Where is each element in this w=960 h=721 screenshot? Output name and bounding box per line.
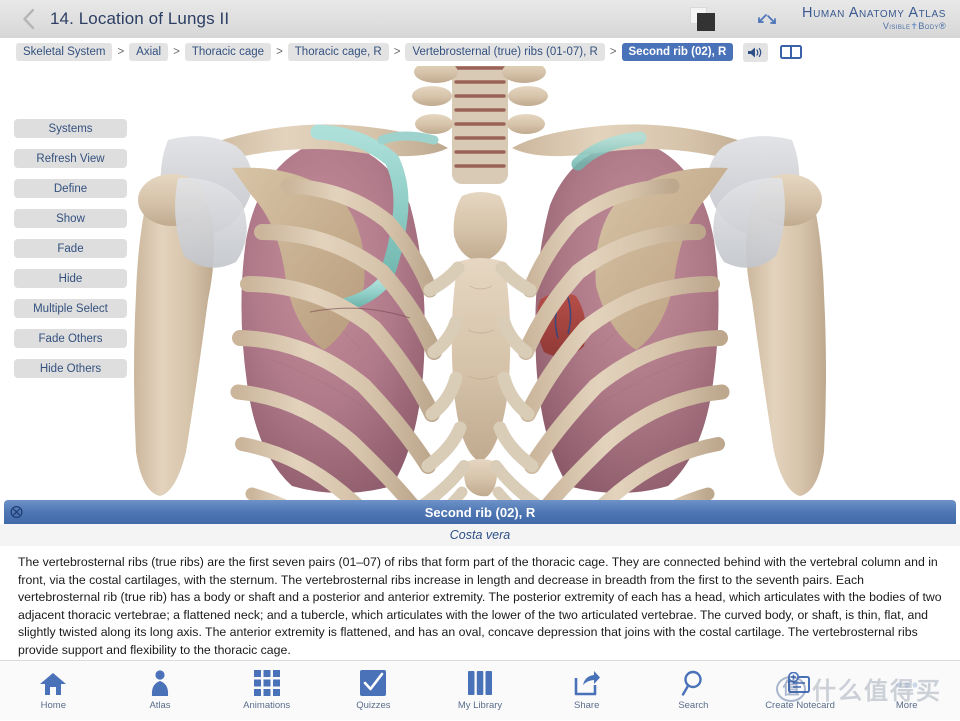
fade-others-button[interactable]: Fade Others xyxy=(14,329,127,348)
nav-item-create-notecard[interactable]: Create Notecard xyxy=(747,661,854,721)
tool-button-column: Systems Refresh View Define Show Fade Hi… xyxy=(14,119,127,389)
checkmark-icon xyxy=(360,670,387,696)
fullscreen-expand-icon[interactable] xyxy=(750,7,784,31)
grid-icon xyxy=(253,670,280,696)
info-panel-header: Second rib (02), R xyxy=(4,500,956,524)
hide-others-button[interactable]: Hide Others xyxy=(14,359,127,378)
breadcrumb-separator: > xyxy=(117,46,125,58)
anatomy-model-render[interactable] xyxy=(0,66,960,500)
multiple-select-button[interactable]: Multiple Select xyxy=(14,299,127,318)
anatomy-viewport[interactable] xyxy=(0,66,960,500)
nav-item-share[interactable]: Share xyxy=(533,661,640,721)
nav-item-animations[interactable]: Animations xyxy=(213,661,320,721)
share-icon xyxy=(573,670,601,696)
info-panel-title: Second rib (02), R xyxy=(424,504,536,520)
nav-item-home[interactable]: Home xyxy=(0,661,107,721)
brand-subtitle-right: Body xyxy=(918,21,939,32)
info-panel: Second rib (02), R Costa vera The verteb… xyxy=(0,500,960,666)
info-panel-body: The vertebrosternal ribs (true ribs) are… xyxy=(0,546,960,666)
nav-item-more[interactable]: More xyxy=(853,661,960,721)
breadcrumb-item-second-rib[interactable]: Second rib (02), R xyxy=(621,43,734,61)
brand-title: Human Anatomy Atlas xyxy=(802,5,946,22)
bottom-navigation-bar: Home Atlas Animations Quizzes My Library… xyxy=(0,660,960,720)
page-title: 14. Location of Lungs II xyxy=(50,9,230,28)
back-button[interactable] xyxy=(12,0,46,38)
breadcrumb-separator: > xyxy=(276,46,283,58)
speaker-icon[interactable] xyxy=(743,42,769,62)
top-bar: 14. Location of Lungs II Human Anatomy A… xyxy=(0,0,960,38)
nav-label-home: Home xyxy=(40,700,66,711)
define-button[interactable]: Define xyxy=(14,179,127,198)
close-icon[interactable] xyxy=(10,505,23,519)
hide-button[interactable]: Hide xyxy=(14,269,127,288)
nav-label-search: Search xyxy=(678,700,709,711)
nav-label-quizzes: Quizzes xyxy=(356,700,391,711)
info-panel-subtitle: Costa vera xyxy=(0,524,960,546)
breadcrumb-separator: > xyxy=(609,46,617,58)
square-front xyxy=(697,13,716,31)
books-icon xyxy=(467,670,493,696)
nav-item-my-library[interactable]: My Library xyxy=(427,661,534,721)
book-icon[interactable] xyxy=(780,44,803,60)
refresh-view-button[interactable]: Refresh View xyxy=(14,149,127,168)
breadcrumb-item-thoracic-cage[interactable]: Thoracic cage xyxy=(184,43,272,61)
nav-label-my-library: My Library xyxy=(457,700,503,711)
background-toggle-icon[interactable] xyxy=(690,7,720,31)
nav-item-atlas[interactable]: Atlas xyxy=(107,661,214,721)
brand-subtitle: Visible✝Body® xyxy=(802,22,946,31)
home-icon xyxy=(39,670,67,696)
trademark-mark: ® xyxy=(938,21,946,32)
show-button[interactable]: Show xyxy=(14,209,127,228)
nav-label-create-notecard: Create Notecard xyxy=(765,700,835,711)
nav-label-animations: Animations xyxy=(243,700,291,711)
nav-label-more: More xyxy=(895,700,918,711)
magnifier-icon xyxy=(681,670,705,696)
breadcrumb-item-thoracic-cage-r[interactable]: Thoracic cage, R xyxy=(287,43,389,61)
breadcrumb-separator: > xyxy=(173,46,180,58)
nav-item-search[interactable]: Search xyxy=(640,661,747,721)
brand-subtitle-left: Visible xyxy=(882,21,911,32)
systems-button[interactable]: Systems xyxy=(14,119,127,138)
brand-logo: Human Anatomy Atlas Visible✝Body® xyxy=(802,5,952,32)
person-icon xyxy=(149,670,171,696)
breadcrumb: Skeletal System > Axial > Thoracic cage … xyxy=(0,38,960,66)
nav-label-atlas: Atlas xyxy=(149,700,171,711)
top-bar-right-controls: Human Anatomy Atlas Visible✝Body® xyxy=(690,0,960,38)
breadcrumb-item-skeletal-system[interactable]: Skeletal System xyxy=(16,43,113,61)
fade-button[interactable]: Fade xyxy=(14,239,127,258)
breadcrumb-separator: > xyxy=(393,46,401,58)
nav-label-share: Share xyxy=(574,700,600,711)
more-icon xyxy=(894,670,920,696)
nav-item-quizzes[interactable]: Quizzes xyxy=(320,661,427,721)
breadcrumb-item-vertebrosternal-ribs[interactable]: Vertebrosternal (true) ribs (01-07), R xyxy=(405,43,605,61)
notecard-plus-icon xyxy=(787,670,813,696)
breadcrumb-item-axial[interactable]: Axial xyxy=(129,43,169,61)
chevron-left-icon xyxy=(21,7,37,31)
